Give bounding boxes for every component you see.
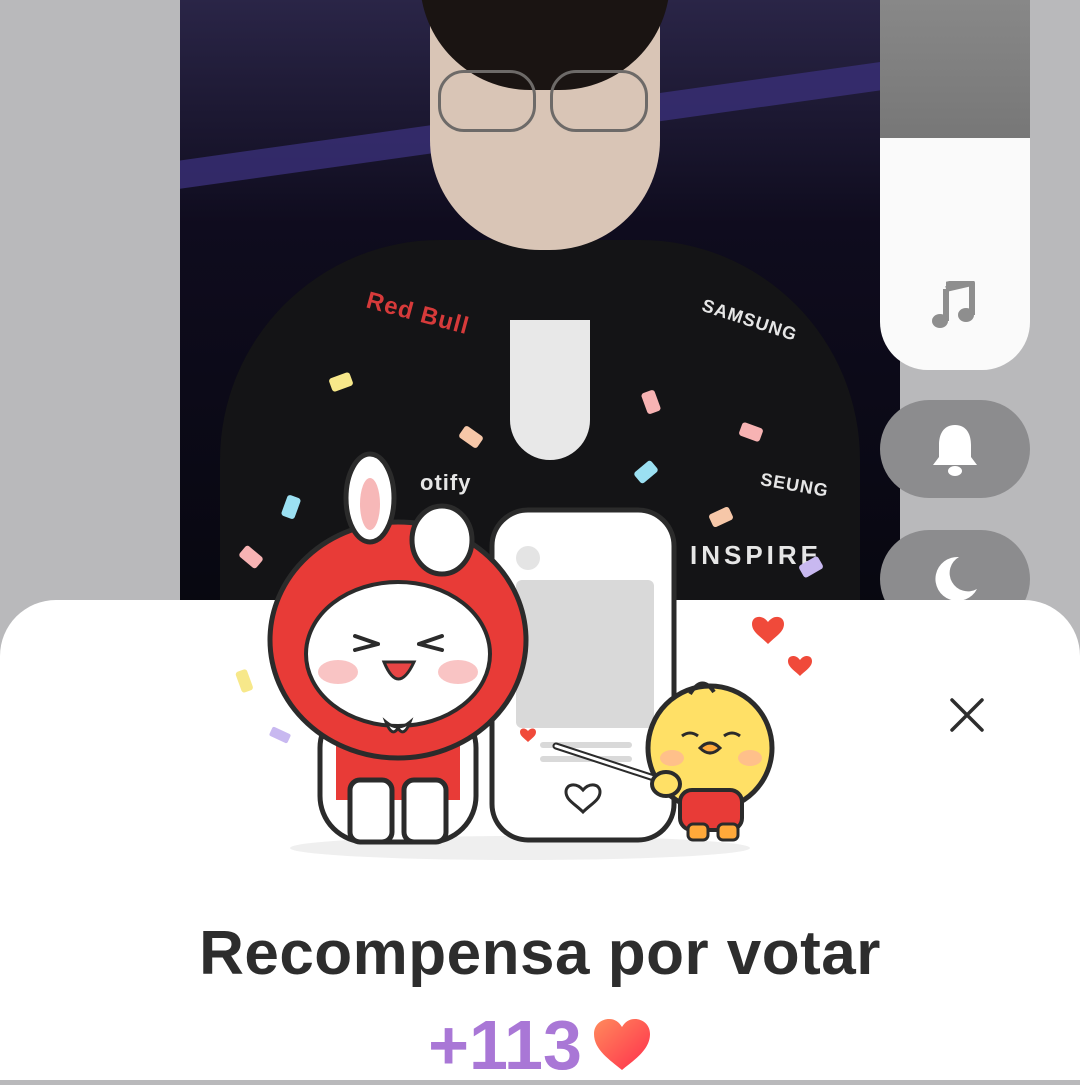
notification-button[interactable] <box>880 400 1030 498</box>
popup-title: Recompensa por votar <box>199 919 881 988</box>
side-control-panel <box>880 0 1030 370</box>
bell-icon <box>933 425 977 476</box>
reward-illustration <box>235 451 812 860</box>
close-button[interactable] <box>942 690 992 740</box>
glasses <box>438 70 648 132</box>
reward-amount: +113 <box>428 1006 582 1084</box>
music-button[interactable] <box>880 250 1030 360</box>
panel-shade <box>880 0 1030 138</box>
heart-icon <box>593 1019 650 1070</box>
music-note-icon <box>932 281 975 328</box>
shirt <box>510 320 590 460</box>
close-icon <box>950 698 984 732</box>
moon-icon <box>935 556 977 601</box>
reward-amount-row: +113 <box>0 1005 1080 1085</box>
